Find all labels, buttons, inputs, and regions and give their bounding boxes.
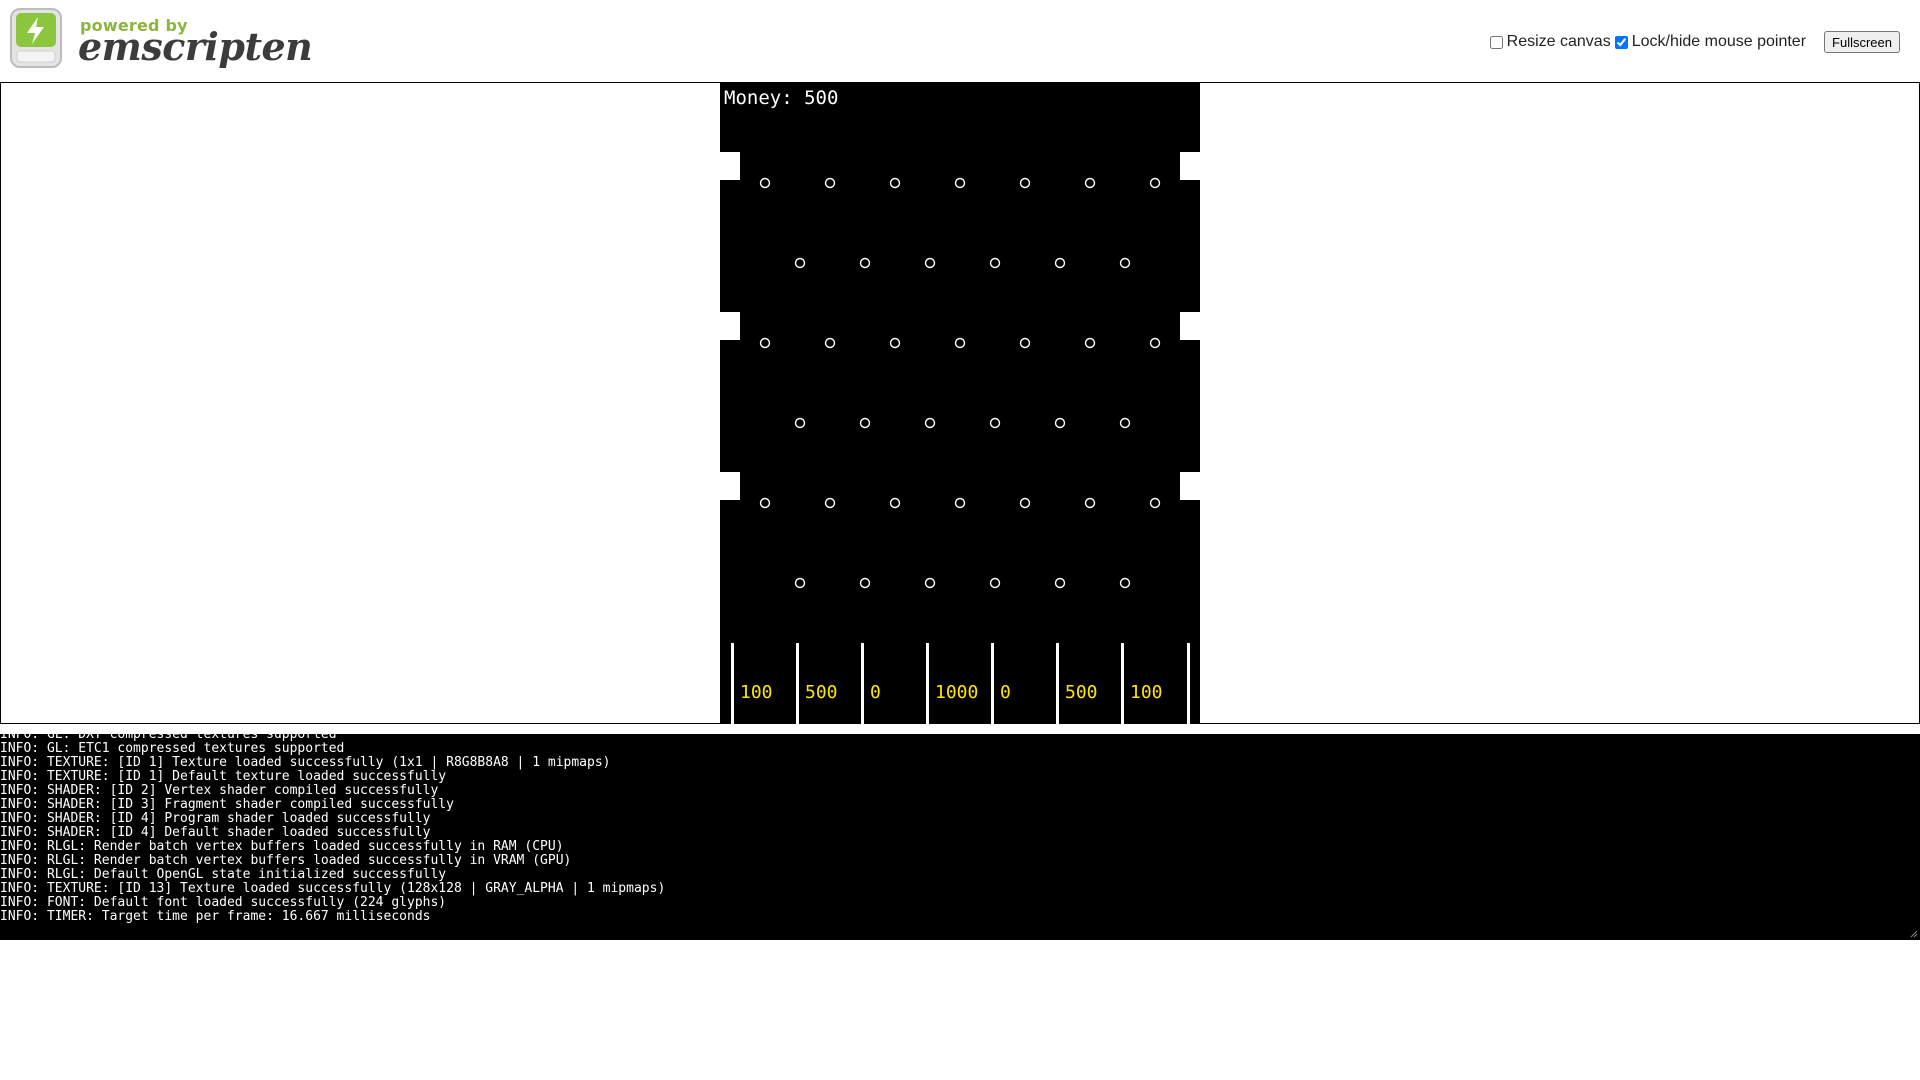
resize-grip-icon[interactable]	[1910, 930, 1918, 938]
left-bumper	[720, 152, 740, 180]
emscripten-logo-icon	[10, 8, 62, 68]
console-line: INFO: TIMER: Target time per frame: 16.6…	[0, 909, 431, 924]
lock-pointer-checkbox[interactable]	[1614, 35, 1628, 49]
console-line: INFO: TEXTURE: [ID 1] Texture loaded suc…	[0, 755, 611, 770]
slot-value: 500	[805, 682, 838, 703]
console-line: INFO: SHADER: [ID 3] Fragment shader com…	[0, 797, 454, 812]
slot-divider	[731, 643, 734, 724]
slot-value: 500	[1065, 682, 1098, 703]
slot-divider	[1056, 643, 1059, 724]
logo-emscripten-text: emscripten	[78, 24, 313, 69]
slot-divider	[926, 643, 929, 724]
console-line: INFO: TEXTURE: [ID 1] Default texture lo…	[0, 769, 447, 784]
slot-value: 0	[870, 682, 881, 703]
console-line: INFO: SHADER: [ID 4] Program shader load…	[0, 811, 431, 826]
canvas-controls: Resize canvas Lock/hide mouse pointer Fu…	[1489, 30, 1900, 54]
slot-divider	[861, 643, 864, 724]
slot-divider	[796, 643, 799, 724]
console-line: INFO: TEXTURE: [ID 13] Texture loaded su…	[0, 881, 666, 896]
money-label: Money: 500	[724, 87, 838, 109]
slot-value: 100	[1130, 682, 1163, 703]
console-line: INFO: RLGL: Render batch vertex buffers …	[0, 839, 564, 854]
console-line: INFO: RLGL: Render batch vertex buffers …	[0, 853, 572, 868]
output-console[interactable]: INFO: GL: DXT compressed textures suppor…	[0, 734, 1920, 940]
resize-canvas-checkbox[interactable]	[1489, 35, 1503, 49]
slot-value: 0	[1000, 682, 1011, 703]
game-canvas[interactable]: Money: 500 100 500 0 1000 0 500 100	[720, 82, 1200, 724]
emscripten-logo[interactable]: powered by emscripten	[8, 8, 313, 70]
console-line: INFO: RLGL: Default OpenGL state initial…	[0, 867, 447, 882]
console-line: INFO: GL: ETC1 compressed textures suppo…	[0, 741, 345, 756]
resize-canvas-label: Resize canvas	[1506, 33, 1611, 50]
left-bumper	[720, 312, 740, 340]
slot-divider	[991, 643, 994, 724]
slot-value: 100	[740, 682, 773, 703]
fullscreen-button[interactable]: Fullscreen	[1824, 31, 1900, 53]
right-bumper	[1180, 152, 1200, 180]
right-bumper	[1180, 472, 1200, 500]
right-bumper	[1180, 312, 1200, 340]
console-line: INFO: SHADER: [ID 2] Vertex shader compi…	[0, 783, 439, 798]
slot-divider	[1187, 643, 1190, 724]
lock-pointer-label: Lock/hide mouse pointer	[1631, 33, 1807, 50]
slot-divider	[1121, 643, 1124, 724]
console-line: INFO: FONT: Default font loaded successf…	[0, 895, 447, 910]
console-line: INFO: SHADER: [ID 4] Default shader load…	[0, 825, 431, 840]
console-lines: INFO: GL: DXT compressed textures suppor…	[0, 734, 665, 924]
slot-value: 1000	[935, 682, 978, 703]
left-bumper	[720, 472, 740, 500]
top-bar: powered by emscripten Resize canvas Lock…	[0, 0, 1920, 82]
